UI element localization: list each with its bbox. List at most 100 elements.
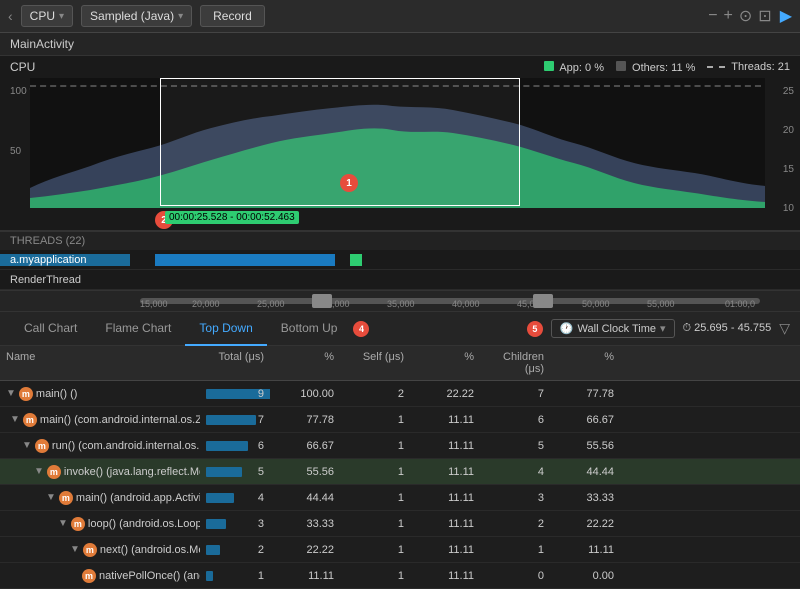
expand-arrow-4[interactable]: ▼ — [46, 492, 56, 503]
back-arrow-icon[interactable]: ‹ — [8, 8, 13, 24]
total-bar-4 — [206, 493, 234, 503]
row-2-children: 5 — [480, 438, 550, 454]
zoom-in-icon[interactable]: + — [724, 7, 733, 25]
cpu-dropdown[interactable]: CPU ▾ — [21, 5, 73, 27]
col-total-pct-header: % — [270, 349, 340, 377]
row-3-name: ▼ m invoke() (java.lang.reflect.Method) … — [0, 462, 200, 482]
cpu-label: CPU — [10, 60, 35, 74]
filter-icon[interactable]: ▽ — [779, 320, 790, 337]
threads-dash-icon — [707, 66, 725, 68]
cpu-chart — [30, 78, 765, 208]
top-icons: − + ⊙ ⊡ — [708, 6, 772, 26]
total-bar-7 — [206, 571, 213, 581]
sample-method-dropdown[interactable]: Sampled (Java) ▾ — [81, 5, 192, 27]
row-7-name: m nativePollOnce() (android.os.Me — [0, 567, 200, 585]
ruler-tick-1: 20,000 — [192, 299, 220, 309]
total-bar-5 — [206, 519, 226, 529]
ruler-tick-8: 55,000 — [647, 299, 675, 309]
table-row[interactable]: ▼ m next() (android.os.MessageQueue) 2 2… — [0, 537, 800, 563]
annotation-badge-4: 4 — [353, 321, 369, 337]
cpu-section: CPU App: 0 % Others: 11 % Threads: 21 10… — [0, 56, 800, 231]
row-2-self-pct: 11.11 — [410, 438, 480, 454]
ruler-tick-6: 45,000 — [517, 299, 545, 309]
sample-method-label: Sampled (Java) — [90, 9, 174, 23]
row-4-total: 4 — [200, 490, 270, 506]
wall-clock-dropdown[interactable]: 🕐 Wall Clock Time ▾ — [551, 319, 675, 338]
row-3-children-pct: 44.44 — [550, 464, 620, 480]
expand-arrow-3[interactable]: ▼ — [34, 466, 44, 477]
app-color-dot — [544, 61, 554, 71]
sample-arrow-icon: ▾ — [178, 11, 183, 22]
row-1-self-pct: 11.11 — [410, 412, 480, 428]
tab-call-chart[interactable]: Call Chart — [10, 312, 91, 346]
row-5-total: 3 — [200, 516, 270, 532]
total-bar-3 — [206, 467, 242, 477]
m-badge-1: m — [23, 413, 37, 427]
total-bar-2 — [206, 441, 248, 451]
m-badge-3: m — [47, 465, 61, 479]
ruler-tick-4: 35,000 — [387, 299, 415, 309]
table-row[interactable]: ▼ m main() (com.android.internal.os.Zygo… — [0, 407, 800, 433]
total-bar-1 — [206, 415, 256, 425]
row-0-children-pct: 77.78 — [550, 386, 620, 402]
thread-bar-segment-1 — [155, 254, 335, 266]
row-7-children-pct: 0.00 — [550, 568, 620, 584]
row-5-total-pct: 33.33 — [270, 516, 340, 532]
col-total-header: Total (μs) — [200, 349, 270, 377]
row-0-children: 7 — [480, 386, 550, 402]
row-2-total: 6 — [200, 438, 270, 454]
tab-flame-chart[interactable]: Flame Chart — [91, 312, 185, 346]
tab-bottom-up[interactable]: Bottom Up — [267, 312, 352, 346]
row-1-children: 6 — [480, 412, 550, 428]
others-color-dot — [616, 61, 626, 71]
expand-arrow-6[interactable]: ▼ — [70, 544, 80, 555]
row-4-total-pct: 44.44 — [270, 490, 340, 506]
fit-icon[interactable]: ⊙ — [739, 6, 752, 26]
cpu-dropdown-arrow-icon: ▾ — [59, 11, 64, 22]
right-nums: 25 20 15 10 5 — [783, 86, 794, 231]
tab-top-down[interactable]: Top Down — [185, 312, 266, 346]
clock-filter: 🕐 Wall Clock Time ▾ ⏱ 25.695 - 45.755 ▽ — [551, 319, 790, 338]
selection-time-label: 00:00:25.528 - 00:00:52.463 — [165, 211, 299, 224]
percent-50-label: 50 — [10, 146, 21, 157]
col-self-pct-header: % — [410, 349, 480, 377]
row-2-name: ▼ m run() (com.android.internal.os.Runti… — [0, 437, 200, 455]
main-activity-label: MainActivity — [10, 37, 74, 51]
table-row[interactable]: ▼ m main() () 9 100.00 2 22.22 7 77.78 — [0, 381, 800, 407]
table-body: ▼ m main() () 9 100.00 2 22.22 7 77.78 ▼… — [0, 381, 800, 589]
table-row[interactable]: ▼ m loop() (android.os.Looper) 3 33.33 1… — [0, 511, 800, 537]
row-6-self-pct: 11.11 — [410, 542, 480, 558]
ruler-tick-7: 50,000 — [582, 299, 610, 309]
col-children-header: Children (μs) — [480, 349, 550, 377]
cpu-header: CPU App: 0 % Others: 11 % Threads: 21 — [0, 56, 800, 74]
table-header: Name Total (μs) % Self (μs) % Children (… — [0, 346, 800, 381]
table-row[interactable]: ▼ m main() (android.app.ActivityThread) … — [0, 485, 800, 511]
ruler-tick-2: 25,000 — [257, 299, 285, 309]
expand-arrow-2[interactable]: ▼ — [22, 440, 32, 451]
play-icon[interactable]: ▶ — [780, 6, 792, 26]
row-2-self: 1 — [340, 438, 410, 454]
time-range-label: ⏱ 25.695 - 45.755 — [683, 322, 772, 335]
row-3-children: 4 — [480, 464, 550, 480]
table-row[interactable]: m nativePollOnce() (android.os.Me 1 11.1… — [0, 563, 800, 589]
expand-arrow-0[interactable]: ▼ — [6, 388, 16, 399]
record-button[interactable]: Record — [200, 5, 265, 27]
row-1-total: 7 — [200, 412, 270, 428]
zoom-out-icon[interactable]: − — [708, 7, 717, 25]
col-self-header: Self (μs) — [340, 349, 410, 377]
row-2-total-pct: 66.67 — [270, 438, 340, 454]
cpu-dropdown-label: CPU — [30, 9, 55, 23]
expand-arrow-5[interactable]: ▼ — [58, 518, 68, 529]
table-row[interactable]: ▼ m run() (com.android.internal.os.Runti… — [0, 433, 800, 459]
layout-icon[interactable]: ⊡ — [758, 6, 771, 26]
thread-row-render: RenderThread — [0, 270, 800, 290]
bottom-section: Call Chart Flame Chart Top Down Bottom U… — [0, 312, 800, 589]
expand-arrow-1[interactable]: ▼ — [10, 414, 20, 425]
table-row[interactable]: ▼ m invoke() (java.lang.reflect.Method) … — [0, 459, 800, 485]
threads-header: THREADS (22) — [0, 232, 800, 250]
thread-name-render: RenderThread — [0, 274, 130, 286]
tabs-row: Call Chart Flame Chart Top Down Bottom U… — [0, 312, 800, 346]
row-5-children-pct: 22.22 — [550, 516, 620, 532]
row-6-total-pct: 22.22 — [270, 542, 340, 558]
row-5-self-pct: 11.11 — [410, 516, 480, 532]
